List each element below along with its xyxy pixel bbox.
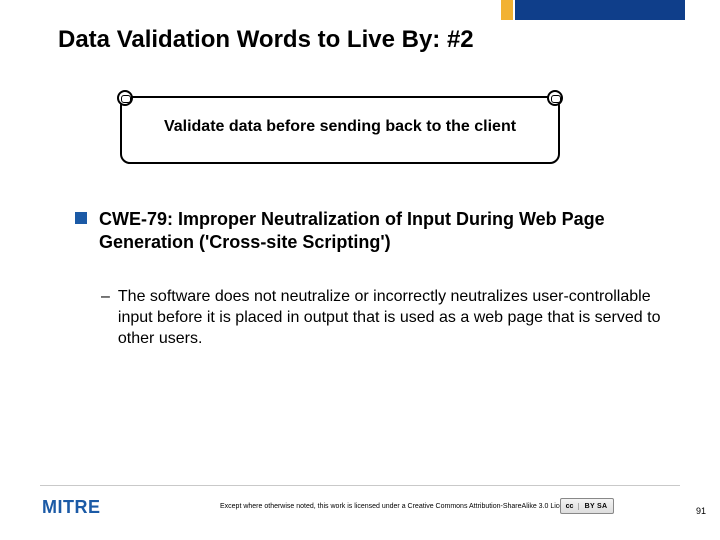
sub-bullet-text: The software does not neutralize or inco… xyxy=(118,287,665,349)
cc-mark: cc xyxy=(561,503,579,510)
cc-terms: BY SA xyxy=(579,503,613,510)
sub-bullet-item: – The software does not neutralize or in… xyxy=(101,287,665,349)
callout-text: Validate data before sending back to the… xyxy=(164,118,516,135)
square-bullet-icon xyxy=(75,212,87,224)
dash-bullet-icon: – xyxy=(101,288,110,306)
slide: Data Validation Words to Live By: #2 Val… xyxy=(0,0,720,540)
body-content: CWE-79: Improper Neutralization of Input… xyxy=(75,208,665,349)
mitre-logo: MITRE xyxy=(42,497,101,518)
header-accent-bar xyxy=(515,0,685,20)
page-number: 91 xyxy=(696,506,706,516)
license-text: Except where otherwise noted, this work … xyxy=(220,503,574,510)
slide-title: Data Validation Words to Live By: #2 xyxy=(58,26,474,54)
bullet-item: CWE-79: Improper Neutralization of Input… xyxy=(75,208,665,253)
footer-divider xyxy=(40,485,680,486)
bullet-text: CWE-79: Improper Neutralization of Input… xyxy=(99,208,665,253)
callout-container: Validate data before sending back to the… xyxy=(120,96,560,164)
cc-license-badge: cc BY SA xyxy=(560,498,614,514)
scroll-ornament-left-icon xyxy=(117,90,133,106)
callout-box: Validate data before sending back to the… xyxy=(120,96,560,164)
scroll-ornament-right-icon xyxy=(547,90,563,106)
